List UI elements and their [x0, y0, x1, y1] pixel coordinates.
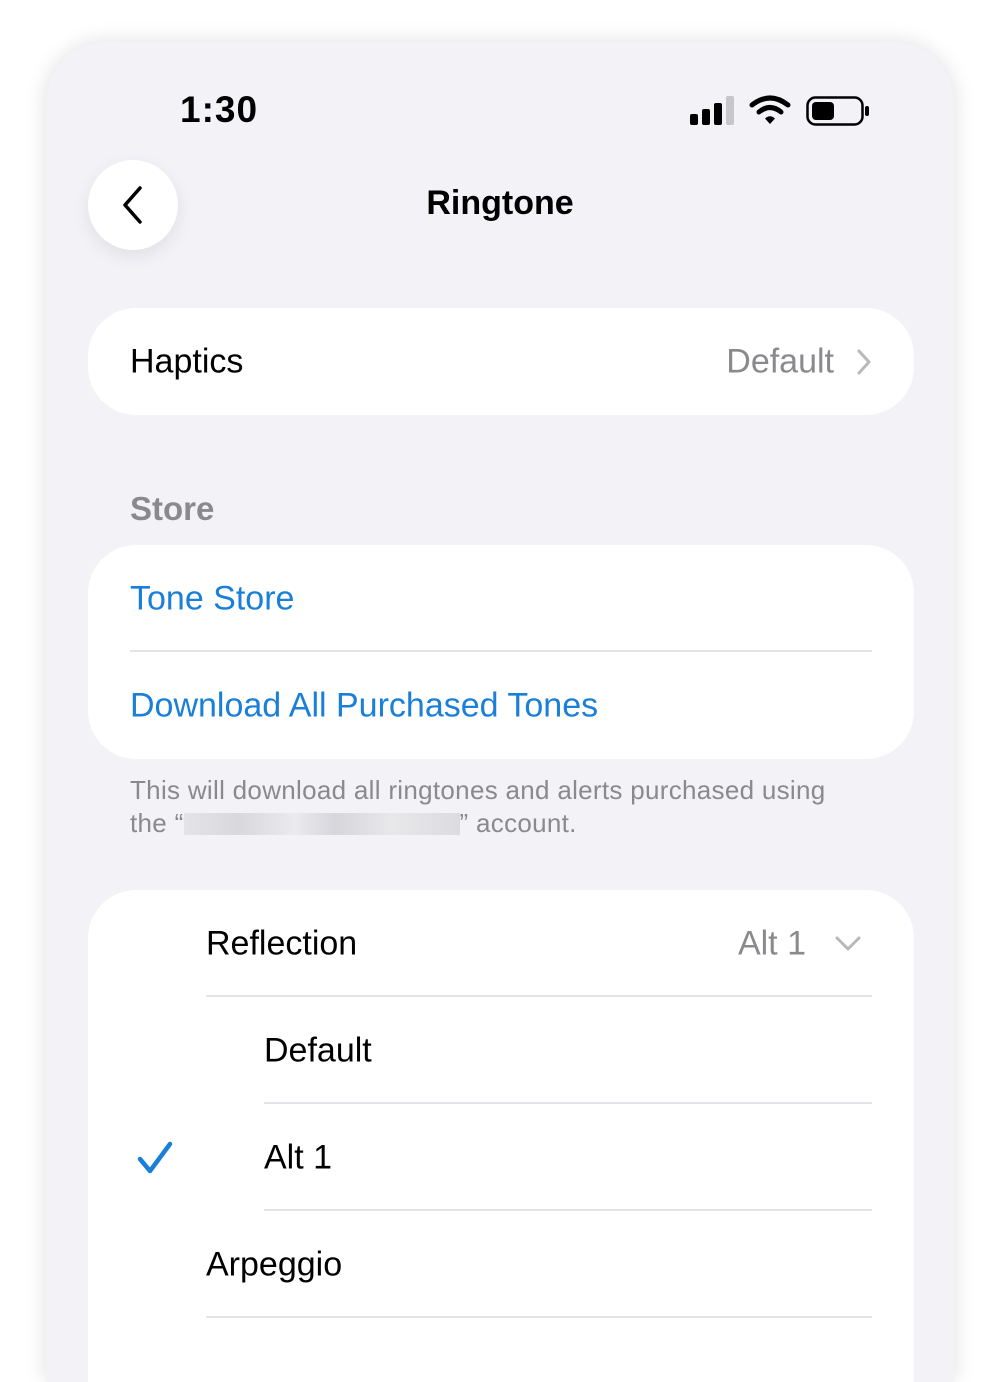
- ringtone-list-card: Reflection Alt 1 Default Alt 1 Arpeggio: [88, 890, 914, 1382]
- store-footer-note: This will download all ringtones and ale…: [130, 774, 890, 840]
- tone-option-alt-1[interactable]: Alt 1: [88, 1104, 914, 1211]
- haptics-label: Haptics: [130, 342, 244, 380]
- tone-store-link[interactable]: Tone Store: [130, 579, 294, 618]
- haptics-value: Default: [726, 342, 834, 380]
- status-icons: [686, 92, 876, 128]
- note-suffix: ” account.: [459, 808, 577, 838]
- download-all-row[interactable]: Download All Purchased Tones: [88, 652, 914, 759]
- battery-icon: [806, 96, 869, 126]
- tone-label: Arpeggio: [206, 1245, 343, 1283]
- tone-option-label: Default: [264, 1031, 372, 1069]
- redacted-account: [183, 813, 460, 835]
- tone-group-label: Reflection: [206, 924, 358, 962]
- tone-option-default[interactable]: Default: [88, 997, 914, 1104]
- tone-group-row[interactable]: Reflection Alt 1: [88, 890, 914, 997]
- haptics-card: Haptics Default: [88, 308, 914, 415]
- wifi-icon: [749, 95, 791, 124]
- haptics-row[interactable]: Haptics Default: [88, 308, 914, 415]
- chevron-right-icon: [857, 349, 871, 375]
- tone-group-value: Alt 1: [737, 924, 806, 962]
- download-all-tones-link[interactable]: Download All Purchased Tones: [130, 686, 598, 725]
- note-line1: This will download all ringtones and ale…: [130, 775, 826, 805]
- status-time: 1:30: [180, 89, 259, 130]
- tone-option-label: Alt 1: [264, 1138, 333, 1176]
- phone-screen: 1:30 Ringtone Haptics Default Store Tone…: [46, 42, 954, 1382]
- cellular-signal-icon: [690, 96, 734, 125]
- tone-store-row[interactable]: Tone Store: [88, 545, 914, 652]
- note-prefix: the “: [130, 808, 184, 838]
- row-divider: [206, 1316, 872, 1318]
- chevron-down-icon: [835, 936, 861, 951]
- store-section-header: Store: [130, 490, 215, 527]
- store-card: Tone Store Download All Purchased Tones: [88, 545, 914, 759]
- checkmark-icon: [137, 1141, 173, 1174]
- tone-row-arpeggio[interactable]: Arpeggio: [88, 1211, 914, 1318]
- page-title: Ringtone: [426, 184, 574, 222]
